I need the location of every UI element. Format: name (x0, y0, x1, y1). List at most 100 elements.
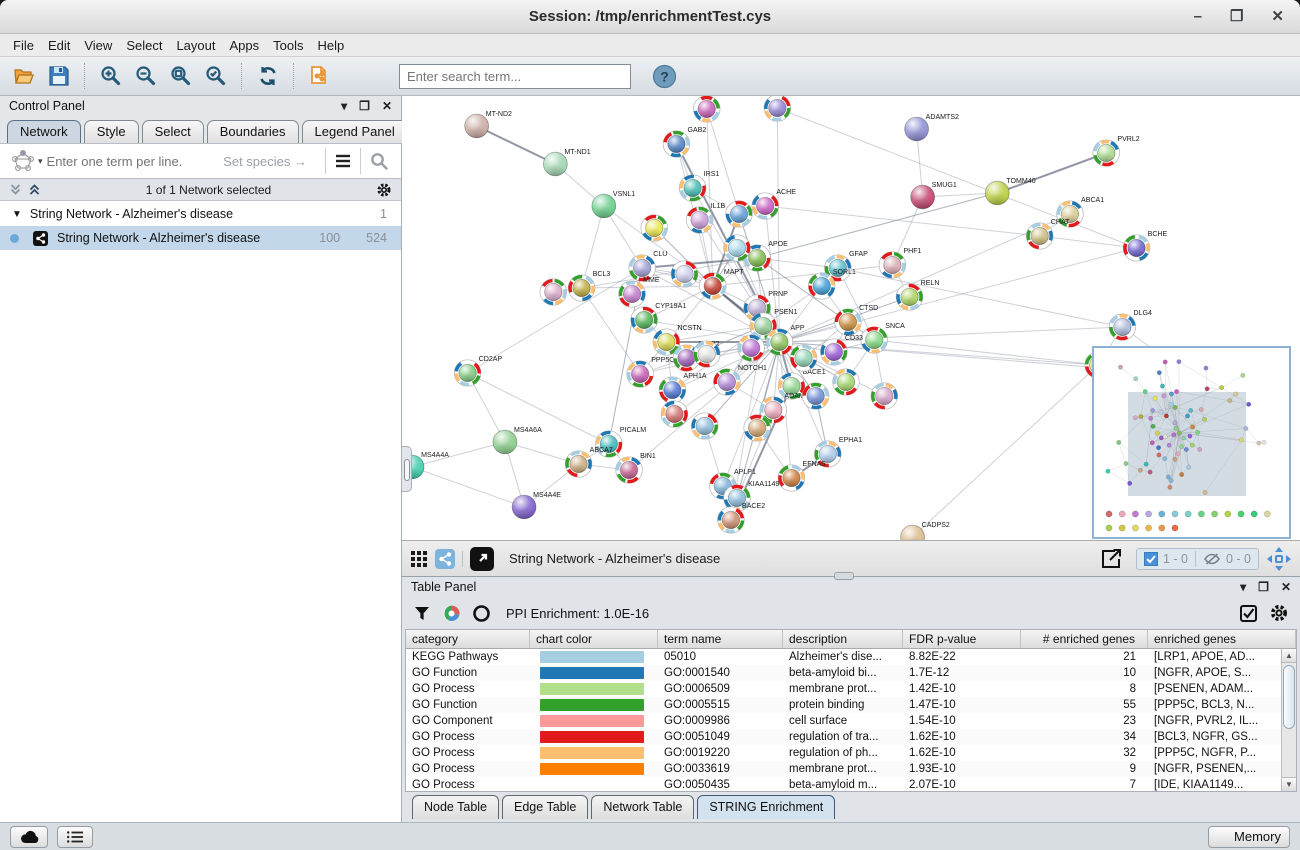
table-row[interactable]: GO ProcessGO:0006509membrane prot...1.42… (406, 681, 1296, 697)
network-node[interactable] (790, 345, 817, 371)
string-logo-icon[interactable]: ▾ (6, 148, 47, 174)
column-header[interactable]: term name (658, 630, 783, 648)
help-button[interactable]: ? (648, 61, 680, 91)
network-node[interactable] (868, 380, 899, 410)
network-node[interactable]: CADPS2 (901, 522, 950, 540)
network-node[interactable]: MAPT (699, 269, 744, 300)
clone-network-button[interactable] (304, 61, 336, 91)
column-header[interactable]: enriched genes (1148, 630, 1296, 648)
menu-file[interactable]: File (6, 36, 41, 55)
column-header[interactable]: # enriched genes (1021, 630, 1148, 648)
collapse-all-icon[interactable] (9, 183, 22, 196)
menu-help[interactable]: Help (311, 36, 352, 55)
tab-boundaries[interactable]: Boundaries (207, 120, 299, 143)
table-row[interactable]: GO ComponentGO:0009986cell surface1.54E-… (406, 713, 1296, 729)
network-node[interactable]: RELN (894, 280, 939, 313)
tree-expand-icon[interactable]: ▼ (12, 209, 22, 220)
network-node[interactable]: TOMM40 (985, 178, 1035, 205)
float-panel-icon[interactable]: ❐ (359, 99, 370, 113)
export-network-icon[interactable] (1099, 547, 1123, 571)
string-options-menu-icon[interactable] (334, 153, 352, 169)
tab-select[interactable]: Select (142, 120, 204, 143)
network-node[interactable]: APH1A (659, 373, 707, 403)
settings-gear-icon[interactable] (1269, 603, 1289, 623)
network-node[interactable]: CD2AP (454, 356, 502, 386)
column-header[interactable]: chart color (530, 630, 658, 648)
select-rows-icon[interactable] (1239, 604, 1258, 623)
minimize-button[interactable]: – (1194, 9, 1202, 24)
network-node[interactable]: MS4A4E (512, 492, 561, 519)
network-node[interactable]: ACHE (752, 189, 796, 219)
network-node[interactable]: ABCA7 (563, 447, 612, 478)
network-node[interactable] (691, 413, 718, 440)
expand-all-icon[interactable] (28, 183, 41, 196)
overview-viewport[interactable] (1128, 392, 1246, 496)
table-row[interactable]: GO ProcessGO:0019220regulation of ph...1… (406, 745, 1296, 761)
filter-icon[interactable] (413, 605, 431, 622)
menu-tools[interactable]: Tools (266, 36, 310, 55)
table-row[interactable]: GO ProcessGO:0051049regulation of tra...… (406, 729, 1296, 745)
menu-view[interactable]: View (77, 36, 119, 55)
memory-button[interactable]: Memory (1208, 826, 1290, 848)
network-node[interactable] (738, 335, 765, 361)
tab-network-table[interactable]: Network Table (591, 795, 694, 819)
network-node[interactable] (658, 399, 689, 430)
float-panel-icon[interactable]: ❐ (1258, 580, 1269, 594)
horizontal-splitter-handle[interactable] (834, 572, 854, 580)
panel-menu-icon[interactable]: ▾ (1240, 580, 1246, 594)
network-node[interactable]: MT-ND2 (465, 111, 512, 138)
search-input[interactable] (399, 64, 631, 89)
menu-select[interactable]: Select (119, 36, 169, 55)
network-node[interactable]: PHF1 (879, 248, 922, 278)
network-node[interactable] (801, 381, 831, 411)
string-query-input[interactable] (47, 154, 224, 169)
grid-view-icon[interactable] (410, 550, 428, 568)
save-session-button[interactable] (43, 61, 75, 91)
open-session-button[interactable] (8, 61, 40, 91)
table-row[interactable]: GO FunctionGO:0001540beta-amyloid bi...1… (406, 665, 1296, 681)
network-node[interactable]: MME (618, 277, 660, 307)
column-header[interactable]: description (783, 630, 903, 648)
network-node[interactable]: GAB2 (663, 127, 706, 158)
network-node[interactable] (764, 96, 791, 121)
share-view-icon[interactable] (435, 549, 455, 569)
refresh-button[interactable] (252, 61, 284, 91)
panel-splitter-handle[interactable] (402, 446, 412, 492)
scrollbar-thumb[interactable] (1283, 665, 1295, 729)
zoom-in-button[interactable] (95, 61, 127, 91)
chart-color-icon[interactable] (442, 604, 461, 623)
scroll-down-icon[interactable]: ▼ (1282, 777, 1296, 791)
column-header[interactable]: category (406, 630, 530, 648)
network-node[interactable]: BIN1 (615, 453, 656, 483)
navigator-icon[interactable] (1266, 546, 1292, 572)
panel-menu-icon[interactable]: ▾ (341, 99, 347, 113)
selected-nodes-badge[interactable]: 1 - 0 (1144, 552, 1188, 566)
zoom-selected-button[interactable] (200, 61, 232, 91)
string-search-icon[interactable] (369, 151, 389, 171)
network-node[interactable]: DLG4 (1106, 310, 1152, 342)
network-node[interactable]: MS4A6A (493, 427, 542, 454)
task-history-button[interactable] (57, 826, 93, 848)
network-node[interactable]: BCHE (1122, 231, 1168, 262)
automation-button[interactable] (10, 826, 48, 848)
tab-node-table[interactable]: Node Table (412, 795, 499, 819)
network-node[interactable] (540, 279, 567, 305)
tab-network[interactable]: Network (7, 120, 81, 143)
network-node[interactable]: ADAMTS2 (905, 114, 959, 141)
network-node[interactable] (692, 96, 722, 125)
network-node[interactable] (833, 369, 860, 395)
close-panel-icon[interactable]: ✕ (382, 99, 392, 113)
close-panel-icon[interactable]: ✕ (1281, 580, 1291, 594)
maximize-button[interactable]: ❐ (1230, 9, 1243, 24)
ring-chart-icon[interactable] (472, 604, 491, 623)
table-scrollbar[interactable]: ▲ ▼ (1281, 649, 1296, 791)
network-node[interactable] (724, 199, 755, 230)
network-node[interactable]: PICALM (593, 427, 647, 460)
network-node[interactable]: BCL3 (566, 271, 610, 303)
table-row[interactable]: KEGG Pathways05010Alzheimer's dise...8.8… (406, 649, 1296, 665)
fullscreen-view-button[interactable] (470, 547, 494, 571)
network-canvas[interactable]: MT-ND2MT-ND1VSNL1GAB2IRS1ABCA1CHATBCHEIL… (402, 96, 1300, 540)
network-node[interactable]: NOTCH1 (712, 365, 767, 397)
birds-eye-overview[interactable] (1092, 346, 1291, 539)
table-row[interactable]: GO FunctionGO:0005515protein binding1.47… (406, 697, 1296, 713)
